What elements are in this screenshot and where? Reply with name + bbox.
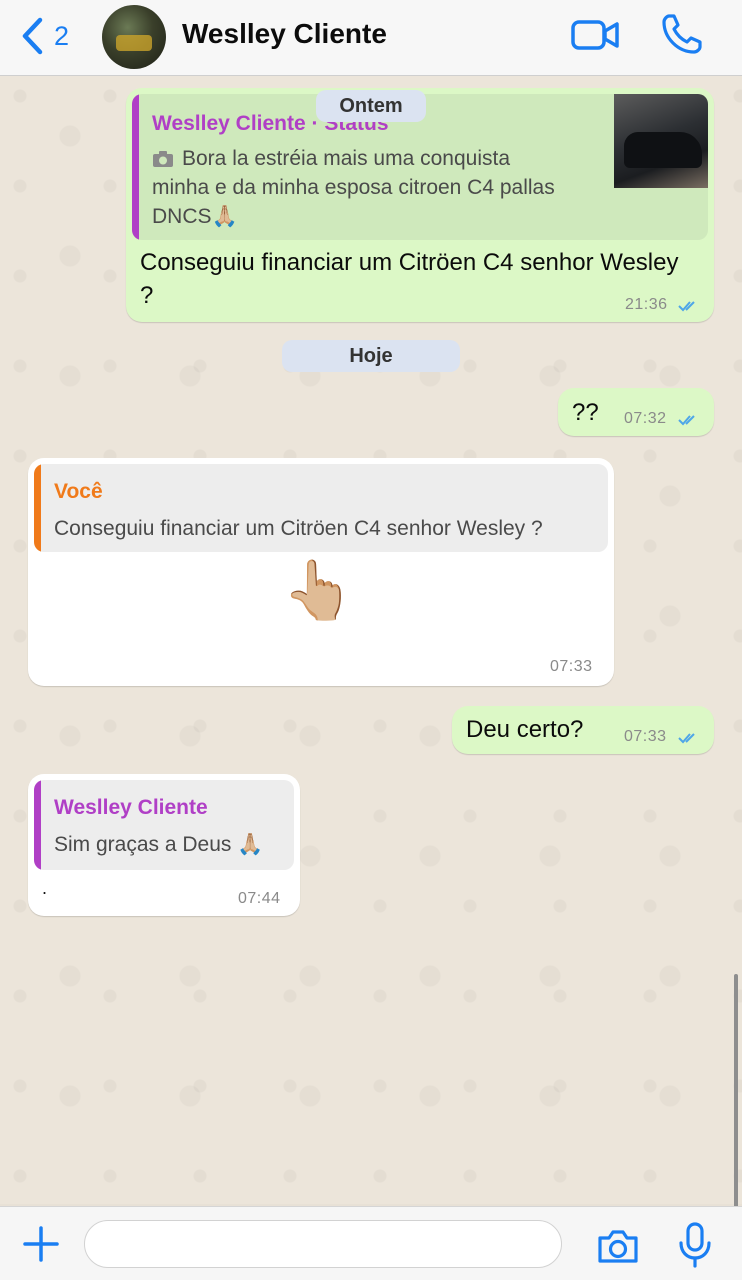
quote-text: Sim graças a Deus 🙏🏼 — [54, 833, 264, 856]
phone-call-icon[interactable] — [660, 12, 704, 56]
read-ticks-icon — [678, 301, 695, 312]
message-text: ?? — [572, 399, 599, 426]
message-time: 07:44 — [238, 890, 281, 907]
quote-bar — [34, 780, 41, 870]
message-bubble-incoming[interactable]: Você Conseguiu financiar um Citröen C4 s… — [28, 458, 614, 686]
chat-header: 2 Weslley Cliente — [0, 0, 742, 76]
quote-author: Weslley Cliente — [54, 796, 208, 819]
message-time: 07:33 — [550, 658, 593, 675]
quote-bar — [34, 464, 41, 552]
plus-icon[interactable] — [22, 1225, 60, 1263]
date-separator-today: Hoje — [282, 340, 460, 372]
chevron-left-icon — [22, 17, 43, 55]
message-bubble-outgoing[interactable]: Deu certo? 07:33 — [452, 706, 714, 754]
message-bubble-outgoing[interactable]: Weslley Cliente · Status Bora la estréia… — [126, 88, 714, 322]
quote-text: Conseguiu financiar um Citröen C4 senhor… — [54, 517, 543, 540]
message-text: Deu certo? — [466, 716, 584, 743]
status-thumbnail — [614, 94, 708, 188]
message-text: Conseguiu financiar um Citröen C4 senhor… — [140, 249, 679, 309]
camera-icon[interactable] — [596, 1227, 640, 1265]
avatar[interactable] — [102, 5, 166, 69]
message-bubble-outgoing[interactable]: ?? 07:32 — [558, 388, 714, 436]
video-call-icon[interactable] — [570, 18, 620, 52]
quoted-message[interactable]: Weslley Cliente Sim graças a Deus 🙏🏼 — [34, 780, 294, 870]
message-input-bar — [0, 1206, 742, 1280]
quoted-message[interactable]: Você Conseguiu financiar um Citröen C4 s… — [34, 464, 608, 552]
message-time: 07:32 — [624, 410, 667, 427]
message-bubble-incoming[interactable]: Weslley Cliente Sim graças a Deus 🙏🏼 . 0… — [28, 774, 300, 916]
read-ticks-icon — [678, 733, 695, 744]
quote-text: Bora la estréia mais uma conquista minha… — [152, 147, 555, 228]
date-separator-yesterday: Ontem — [316, 90, 426, 122]
quote-bar — [132, 94, 139, 240]
microphone-icon[interactable] — [676, 1221, 714, 1269]
back-button[interactable]: 2 — [20, 14, 69, 58]
contact-name[interactable]: Weslley Cliente — [182, 18, 387, 50]
message-text: . — [42, 878, 48, 898]
quote-author: Você — [54, 480, 103, 503]
message-input[interactable] — [84, 1220, 562, 1268]
message-time: 07:33 — [624, 728, 667, 745]
read-ticks-icon — [678, 415, 695, 426]
chat-area[interactable]: Weslley Cliente · Status Bora la estréia… — [0, 76, 742, 1274]
back-unread-count: 2 — [54, 20, 70, 51]
emoji-message: 👆🏼 — [282, 558, 355, 623]
message-time: 21:36 — [625, 296, 668, 313]
